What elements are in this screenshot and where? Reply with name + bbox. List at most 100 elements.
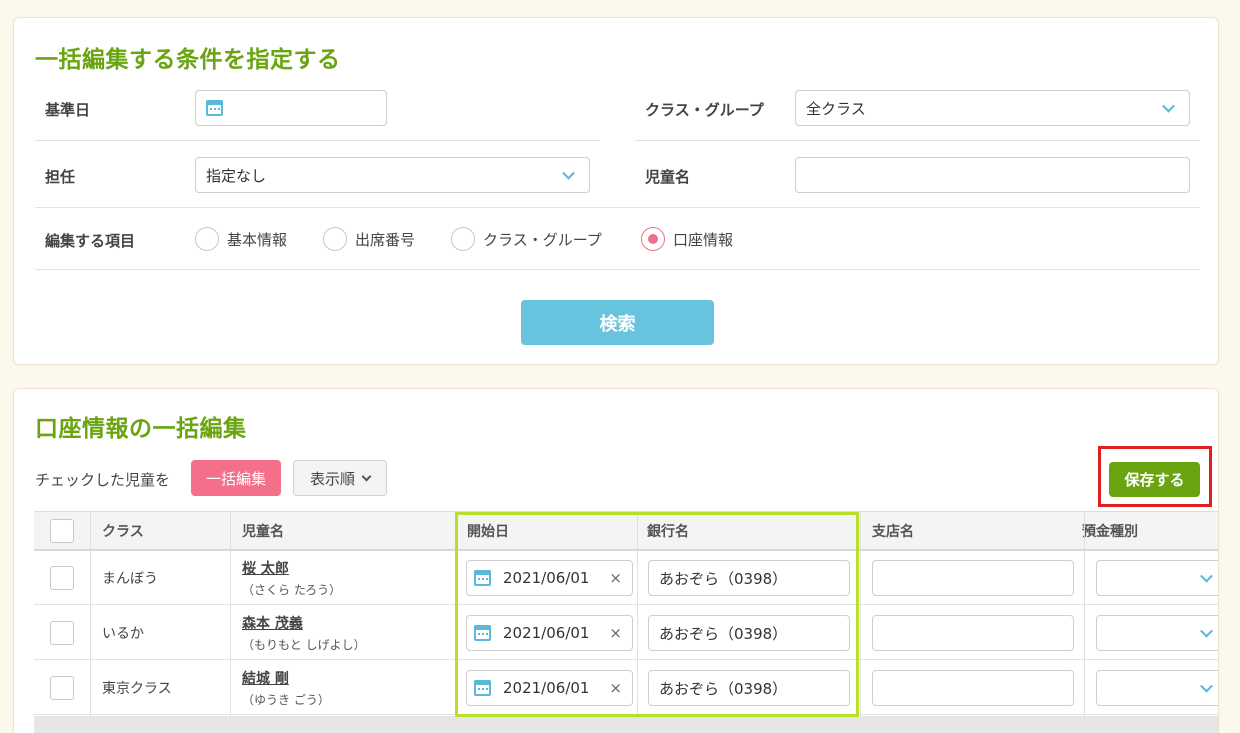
chevron-down-icon (361, 471, 372, 481)
calendar-icon (474, 625, 491, 641)
header-bank-name: 銀行名 (647, 524, 689, 540)
child-name-input[interactable] (795, 157, 1190, 193)
chevron-down-icon (1162, 99, 1175, 113)
deposit-type-select[interactable] (1096, 615, 1218, 651)
sort-order-label: 表示順 (309, 469, 355, 488)
select-all-cell (38, 512, 74, 550)
row-checkbox[interactable] (50, 676, 74, 700)
divider (35, 140, 600, 141)
search-button[interactable]: 検索 (521, 300, 714, 345)
base-date-input[interactable] (195, 90, 387, 126)
row-checkbox[interactable] (50, 566, 74, 590)
table-footer (34, 716, 1218, 733)
sort-order-button[interactable]: 表示順 (293, 460, 387, 496)
checked-children-text: チェックした児童を (35, 471, 171, 489)
child-name-cell: 結城 剛 （ゆうき ごう） (230, 661, 330, 715)
bulk-edit-panel: 口座情報の一括編集 チェックした児童を 一括編集 表示順 保存する クラス 児童… (13, 388, 1219, 733)
child-name-cell: 森本 茂義 （もりもと しげよし） (230, 606, 366, 660)
class-group-value: 全クラス (806, 99, 866, 118)
radio-label: 出席番号 (355, 230, 416, 249)
calendar-icon (474, 680, 491, 696)
edit-section-title: 口座情報の一括編集 (35, 416, 247, 442)
start-date-value: 2021/06/01 (503, 569, 590, 587)
radio-icon[interactable] (323, 227, 347, 251)
child-name-link[interactable]: 森本 茂義 (242, 613, 366, 633)
chevron-down-icon (1200, 624, 1213, 638)
radio-attendance-number[interactable]: 出席番号 (323, 227, 415, 251)
child-name-cell: 桜 太郎 （さくら たろう） (230, 551, 341, 605)
radio-label: 基本情報 (227, 230, 288, 249)
bank-name-input[interactable]: あおぞら（0398） (648, 615, 850, 651)
row-checkbox[interactable] (50, 621, 74, 645)
child-name-label: 児童名 (645, 168, 691, 186)
row-checkbox-cell (38, 606, 74, 660)
child-kana: （もりもと しげよし） (242, 638, 366, 652)
class-group-select[interactable]: 全クラス (795, 90, 1190, 126)
header-child-name: 児童名 (242, 524, 284, 540)
start-date-value: 2021/06/01 (503, 679, 590, 697)
deposit-type-select[interactable] (1096, 670, 1218, 706)
calendar-icon (474, 570, 491, 586)
row-checkbox-cell (38, 661, 74, 715)
child-name-link[interactable]: 桜 太郎 (242, 558, 341, 578)
child-kana: （さくら たろう） (242, 583, 342, 597)
branch-name-input[interactable] (872, 670, 1074, 706)
class-cell: まんぼう (102, 571, 158, 587)
column-divider (860, 511, 861, 716)
radio-class-group[interactable]: クラス・グループ (451, 227, 602, 251)
start-date-input[interactable]: 2021/06/01 × (466, 560, 633, 596)
teacher-value: 指定なし (206, 166, 267, 185)
bulk-edit-button[interactable]: 一括編集 (191, 460, 281, 496)
table-header: クラス 児童名 開始日 銀行名 支店名 預金種別 (34, 511, 1218, 551)
branch-name-input[interactable] (872, 560, 1074, 596)
chevron-down-icon (1200, 569, 1213, 583)
base-date-label: 基準日 (45, 101, 91, 119)
radio-basic-info[interactable]: 基本情報 (195, 227, 287, 251)
chevron-down-icon (562, 166, 575, 180)
save-button[interactable]: 保存する (1109, 462, 1200, 497)
class-cell: いるか (102, 626, 144, 642)
select-all-checkbox[interactable] (50, 519, 74, 543)
row-checkbox-cell (38, 551, 74, 605)
search-section-title: 一括編集する条件を指定する (35, 47, 341, 73)
clear-icon[interactable]: × (609, 569, 622, 587)
radio-checked-icon[interactable] (641, 227, 665, 251)
search-conditions-panel: 一括編集する条件を指定する 基準日 クラス・グループ 全クラス 担任 指定なし … (13, 17, 1219, 365)
edit-item-label: 編集する項目 (45, 232, 136, 250)
radio-icon[interactable] (451, 227, 475, 251)
teacher-select[interactable]: 指定なし (195, 157, 590, 193)
header-branch-name: 支店名 (872, 524, 914, 540)
column-divider (637, 511, 638, 716)
radio-account-info[interactable]: 口座情報 (641, 227, 733, 251)
radio-label: クラス・グループ (483, 230, 602, 249)
divider (635, 140, 1200, 141)
child-name-link[interactable]: 結城 剛 (242, 668, 330, 688)
radio-label: 口座情報 (673, 230, 734, 249)
column-divider (1084, 511, 1085, 716)
bank-name-input[interactable]: あおぞら（0398） (648, 560, 850, 596)
header-start-date: 開始日 (467, 524, 509, 540)
radio-icon[interactable] (195, 227, 219, 251)
bank-name-input[interactable]: あおぞら（0398） (648, 670, 850, 706)
branch-name-input[interactable] (872, 615, 1074, 651)
deposit-type-select[interactable] (1096, 560, 1218, 596)
start-date-input[interactable]: 2021/06/01 × (466, 670, 633, 706)
divider (35, 207, 1200, 208)
header-deposit-type: 預金種別 (1082, 524, 1138, 540)
column-divider (230, 511, 231, 716)
clear-icon[interactable]: × (609, 679, 622, 697)
header-class: クラス (102, 524, 144, 540)
teacher-label: 担任 (45, 168, 76, 186)
column-divider (90, 511, 91, 716)
chevron-down-icon (1200, 679, 1213, 693)
clear-icon[interactable]: × (609, 624, 622, 642)
divider (35, 269, 1200, 270)
calendar-icon (206, 100, 223, 116)
class-cell: 東京クラス (102, 681, 172, 697)
start-date-value: 2021/06/01 (503, 624, 590, 642)
class-group-label: クラス・グループ (645, 101, 764, 119)
table-row: まんぼう 桜 太郎 （さくら たろう） 2021/06/01 × あおぞら（03… (34, 551, 1218, 605)
table-row: 東京クラス 結城 剛 （ゆうき ごう） 2021/06/01 × あおぞら（03… (34, 661, 1218, 715)
start-date-input[interactable]: 2021/06/01 × (466, 615, 633, 651)
table-row: いるか 森本 茂義 （もりもと しげよし） 2021/06/01 × あおぞら（… (34, 606, 1218, 660)
